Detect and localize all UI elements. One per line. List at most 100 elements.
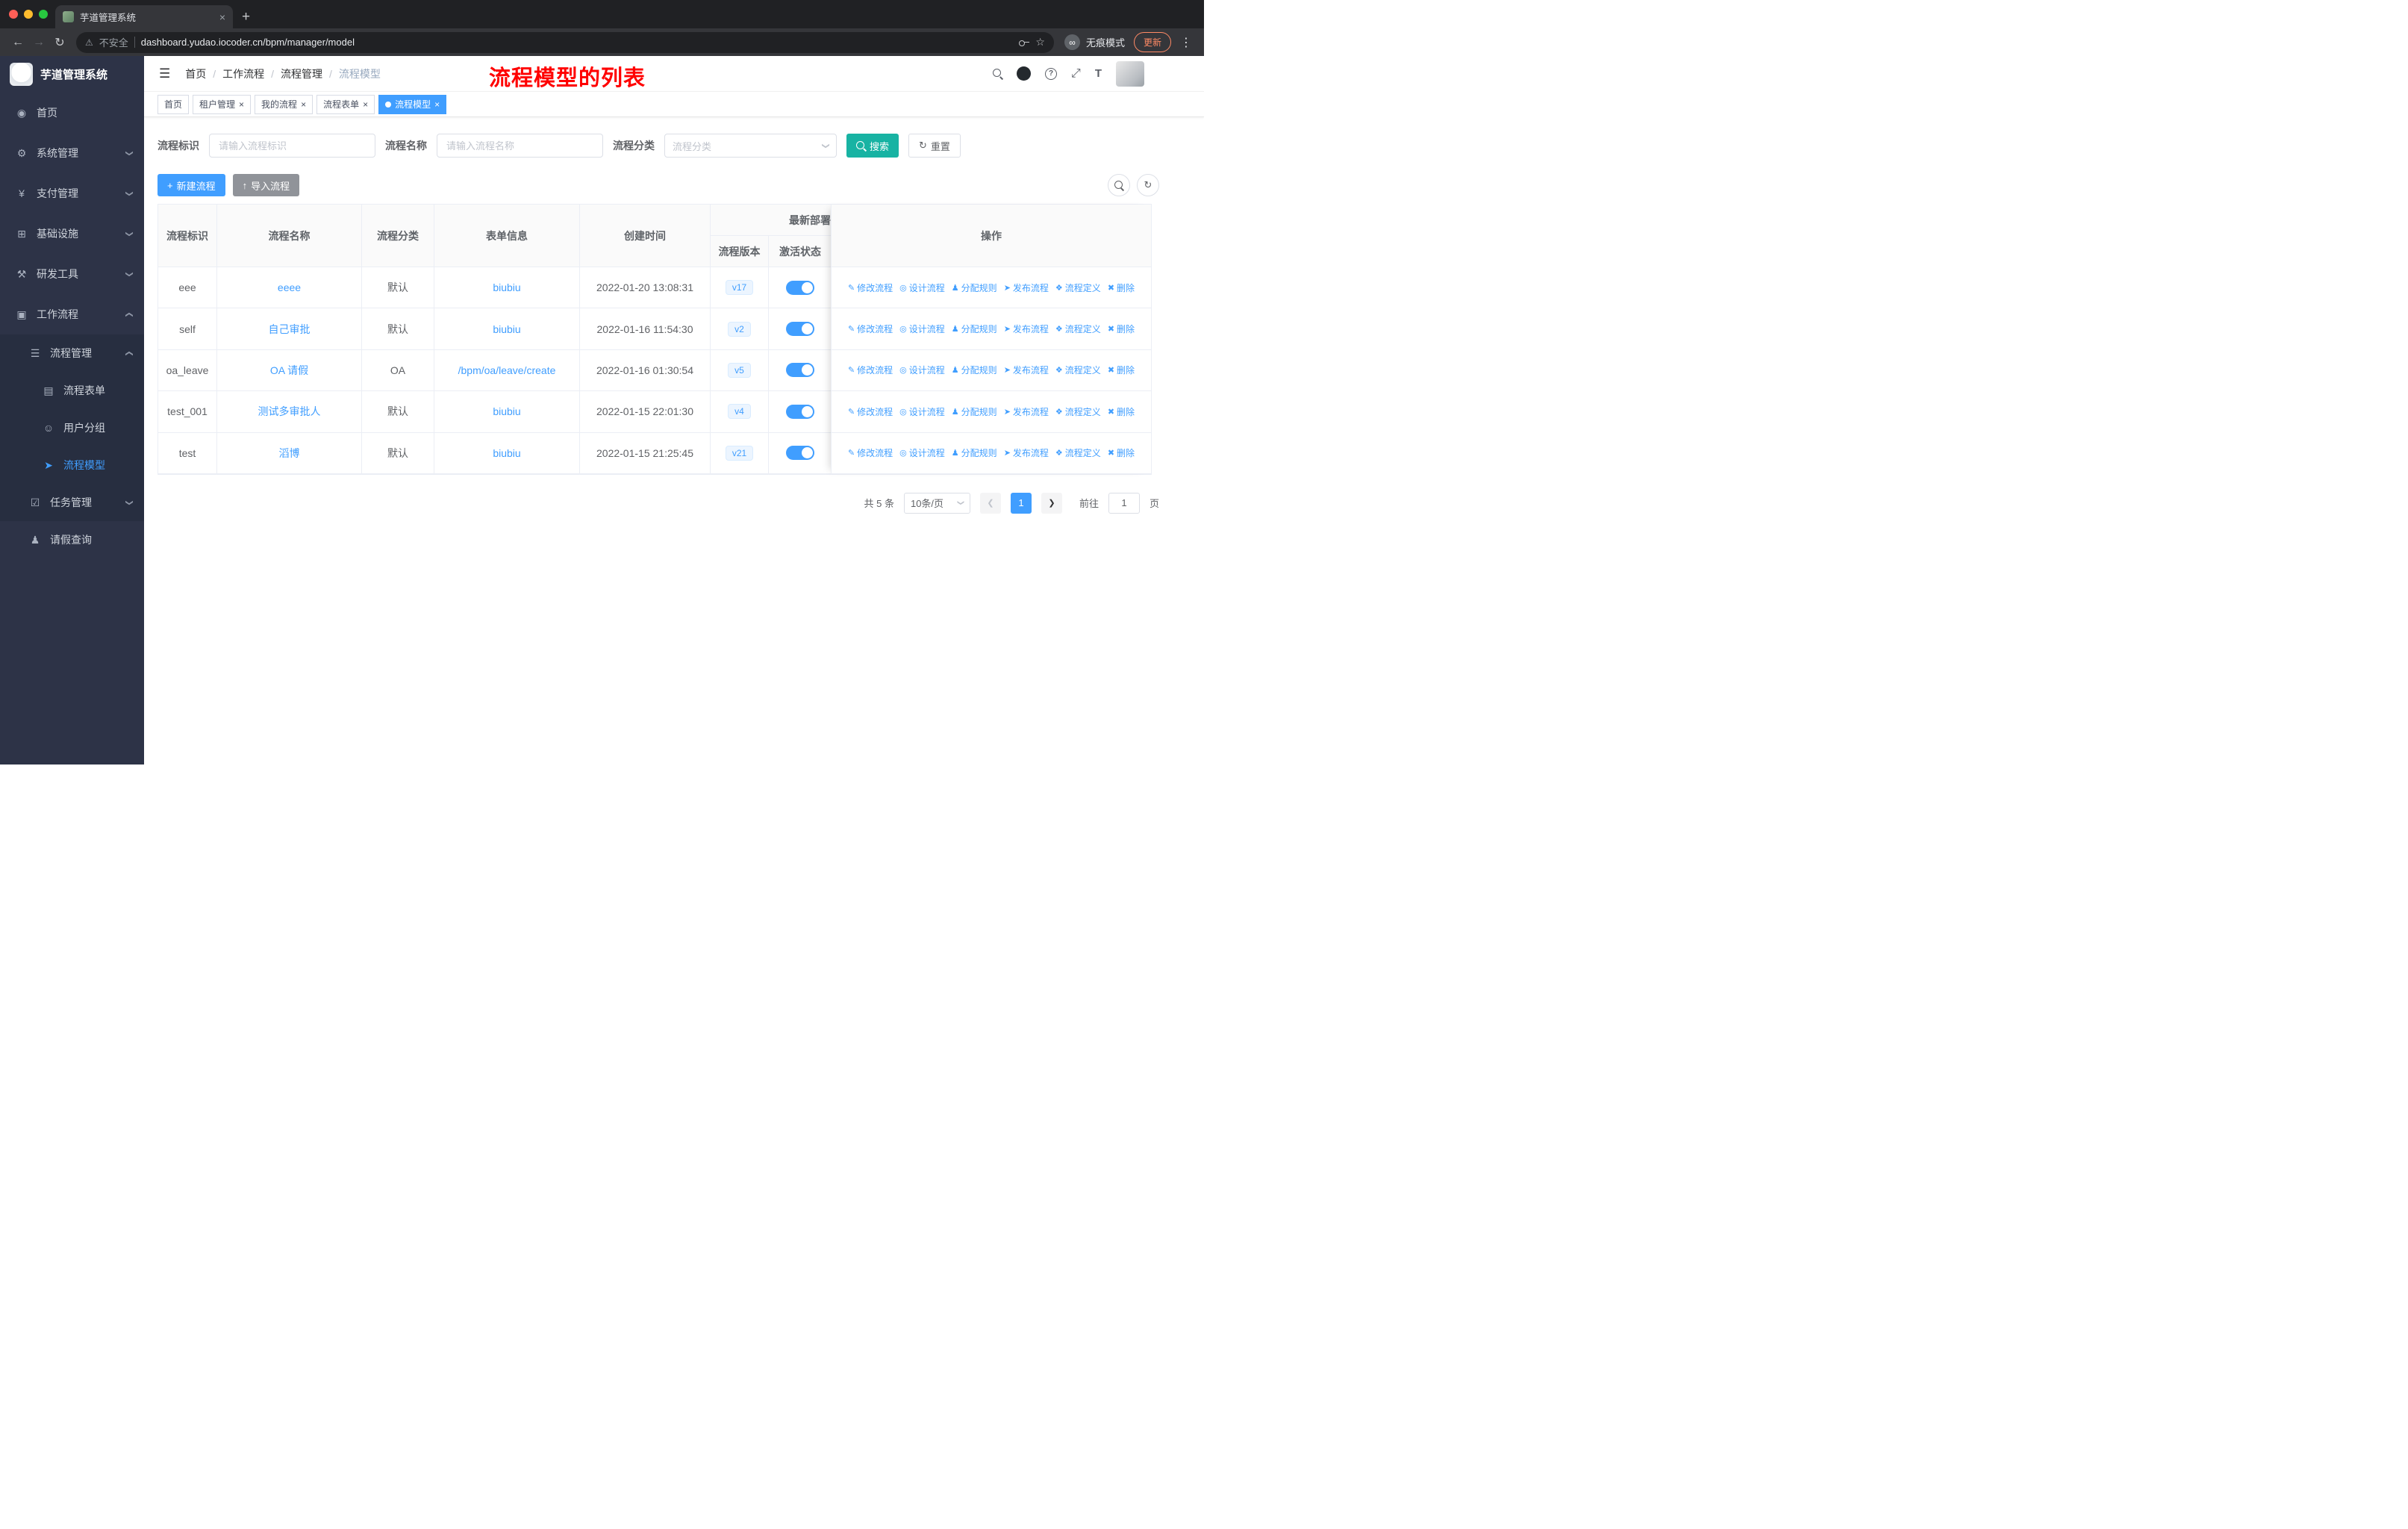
- search-icon[interactable]: [993, 69, 1002, 78]
- sidebar-item-devtools[interactable]: ⚒ 研发工具 ❯: [0, 254, 144, 294]
- form-info-link[interactable]: biubiu: [493, 323, 520, 335]
- publish-process-link[interactable]: ➤ 发布流程: [1004, 281, 1049, 294]
- assign-rule-link[interactable]: ♟ 分配规则: [952, 281, 997, 294]
- tab-close-icon[interactable]: ×: [363, 99, 368, 110]
- design-process-link[interactable]: ◎ 设计流程: [899, 281, 945, 294]
- process-category-select[interactable]: 流程分类 ❯: [664, 134, 837, 158]
- sidebar-item-leave-query[interactable]: ♟ 请假查询: [0, 521, 144, 558]
- active-toggle[interactable]: [786, 322, 814, 337]
- import-process-button[interactable]: ↑ 导入流程: [232, 174, 300, 196]
- publish-process-link[interactable]: ➤ 发布流程: [1004, 364, 1049, 376]
- zoom-window-button[interactable]: [39, 10, 48, 19]
- design-process-link[interactable]: ◎ 设计流程: [899, 446, 945, 459]
- minimize-window-button[interactable]: [24, 10, 33, 19]
- process-definition-link[interactable]: ❖ 流程定义: [1055, 323, 1101, 335]
- back-icon[interactable]: ←: [7, 36, 28, 49]
- tab-home[interactable]: 首页: [157, 94, 190, 114]
- bookmark-star-icon[interactable]: ☆: [1035, 36, 1045, 49]
- fullscreen-icon[interactable]: ⤢: [1071, 67, 1081, 81]
- tab-process-model[interactable]: 流程模型 ×: [378, 94, 447, 114]
- delete-process-link[interactable]: ✖ 删除: [1108, 323, 1135, 335]
- sidebar-item-system[interactable]: ⚙ 系统管理 ❯: [0, 133, 144, 173]
- breadcrumb-home[interactable]: 首页: [185, 66, 206, 81]
- sidebar-item-payment[interactable]: ¥ 支付管理 ❯: [0, 173, 144, 214]
- edit-process-link[interactable]: ✎ 修改流程: [848, 323, 893, 335]
- create-process-button[interactable]: + 新建流程: [157, 174, 225, 196]
- new-tab-button[interactable]: +: [242, 9, 250, 25]
- delete-process-link[interactable]: ✖ 删除: [1108, 281, 1135, 294]
- active-toggle[interactable]: [786, 446, 814, 461]
- process-name-link[interactable]: 滔博: [279, 446, 300, 461]
- sidebar-logo[interactable]: 芋道管理系统: [0, 56, 144, 93]
- process-name-link[interactable]: 自己审批: [269, 322, 311, 337]
- active-toggle[interactable]: [786, 404, 814, 419]
- tab-process-form[interactable]: 流程表单 ×: [316, 94, 375, 114]
- sidebar-item-user-group[interactable]: ☺ 用户分组: [0, 409, 144, 446]
- process-definition-link[interactable]: ❖ 流程定义: [1055, 446, 1101, 459]
- tab-close-icon[interactable]: ×: [239, 99, 244, 110]
- sidebar-item-process-management[interactable]: ☰ 流程管理 ❯: [0, 334, 144, 372]
- refresh-table-button[interactable]: ↻: [1137, 174, 1159, 196]
- edit-process-link[interactable]: ✎ 修改流程: [848, 364, 893, 376]
- form-info-link[interactable]: biubiu: [493, 281, 520, 293]
- tab-close-icon[interactable]: ×: [219, 11, 225, 23]
- publish-process-link[interactable]: ➤ 发布流程: [1004, 405, 1049, 418]
- assign-rule-link[interactable]: ♟ 分配规则: [952, 446, 997, 459]
- tab-my-process[interactable]: 我的流程 ×: [255, 94, 314, 114]
- form-info-link[interactable]: biubiu: [493, 447, 520, 459]
- assign-rule-link[interactable]: ♟ 分配规则: [952, 323, 997, 335]
- browser-menu-icon[interactable]: ⋮: [1180, 35, 1192, 50]
- close-window-button[interactable]: [9, 10, 18, 19]
- process-name-link[interactable]: OA 请假: [270, 363, 308, 378]
- form-info-link[interactable]: biubiu: [493, 405, 520, 417]
- edit-process-link[interactable]: ✎ 修改流程: [848, 446, 893, 459]
- process-name-input[interactable]: [437, 134, 603, 158]
- sidebar-item-home[interactable]: ◉ 首页: [0, 93, 144, 133]
- delete-process-link[interactable]: ✖ 删除: [1108, 405, 1135, 418]
- assign-rule-link[interactable]: ♟ 分配规则: [952, 405, 997, 418]
- reload-icon[interactable]: ↻: [49, 35, 70, 50]
- toggle-search-button[interactable]: [1108, 174, 1130, 196]
- page-size-select[interactable]: 10条/页 ❯: [903, 492, 970, 514]
- process-key-input[interactable]: [209, 134, 375, 158]
- help-icon[interactable]: ?: [1045, 67, 1058, 80]
- delete-process-link[interactable]: ✖ 删除: [1108, 446, 1135, 459]
- design-process-link[interactable]: ◎ 设计流程: [899, 364, 945, 376]
- design-process-link[interactable]: ◎ 设计流程: [899, 405, 945, 418]
- breadcrumb-process-management[interactable]: 流程管理: [281, 66, 322, 81]
- avatar[interactable]: [1116, 60, 1144, 87]
- browser-update-button[interactable]: 更新: [1133, 32, 1171, 52]
- edit-process-link[interactable]: ✎ 修改流程: [848, 281, 893, 294]
- design-process-link[interactable]: ◎ 设计流程: [899, 323, 945, 335]
- publish-process-link[interactable]: ➤ 发布流程: [1004, 323, 1049, 335]
- delete-process-link[interactable]: ✖ 删除: [1108, 364, 1135, 376]
- search-button[interactable]: 搜索: [846, 134, 899, 158]
- sidebar-item-infrastructure[interactable]: ⊞ 基础设施 ❯: [0, 214, 144, 254]
- process-definition-link[interactable]: ❖ 流程定义: [1055, 405, 1101, 418]
- github-icon[interactable]: [1017, 66, 1032, 81]
- goto-page-input[interactable]: [1108, 492, 1140, 514]
- page-1-button[interactable]: 1: [1010, 492, 1032, 514]
- active-toggle[interactable]: [786, 280, 814, 295]
- process-name-link[interactable]: 测试多审批人: [258, 404, 321, 419]
- sidebar-item-workflow[interactable]: ▣ 工作流程 ❯: [0, 294, 144, 334]
- tab-tenant-management[interactable]: 租户管理 ×: [193, 94, 252, 114]
- sidebar-item-task-management[interactable]: ☑ 任务管理 ❯: [0, 484, 144, 521]
- assign-rule-link[interactable]: ♟ 分配规则: [952, 364, 997, 376]
- edit-process-link[interactable]: ✎ 修改流程: [848, 405, 893, 418]
- forward-icon[interactable]: →: [28, 36, 49, 49]
- font-size-icon[interactable]: T: [1095, 67, 1102, 80]
- process-definition-link[interactable]: ❖ 流程定义: [1055, 281, 1101, 294]
- reset-button[interactable]: ↻ 重置: [908, 134, 961, 158]
- prev-page-button[interactable]: ❮: [979, 492, 1001, 514]
- breadcrumb-workflow[interactable]: 工作流程: [222, 66, 264, 81]
- sidebar-item-process-model[interactable]: ➤ 流程模型: [0, 446, 144, 484]
- process-name-link[interactable]: eeee: [278, 281, 301, 293]
- process-definition-link[interactable]: ❖ 流程定义: [1055, 364, 1101, 376]
- publish-process-link[interactable]: ➤ 发布流程: [1004, 446, 1049, 459]
- next-page-button[interactable]: ❯: [1041, 492, 1062, 514]
- sidebar-item-process-form[interactable]: ▤ 流程表单: [0, 372, 144, 409]
- address-bar[interactable]: ⚠ 不安全 dashboard.yudao.iocoder.cn/bpm/man…: [76, 31, 1054, 53]
- tab-close-icon[interactable]: ×: [434, 99, 440, 110]
- hamburger-icon[interactable]: ☰: [153, 66, 176, 81]
